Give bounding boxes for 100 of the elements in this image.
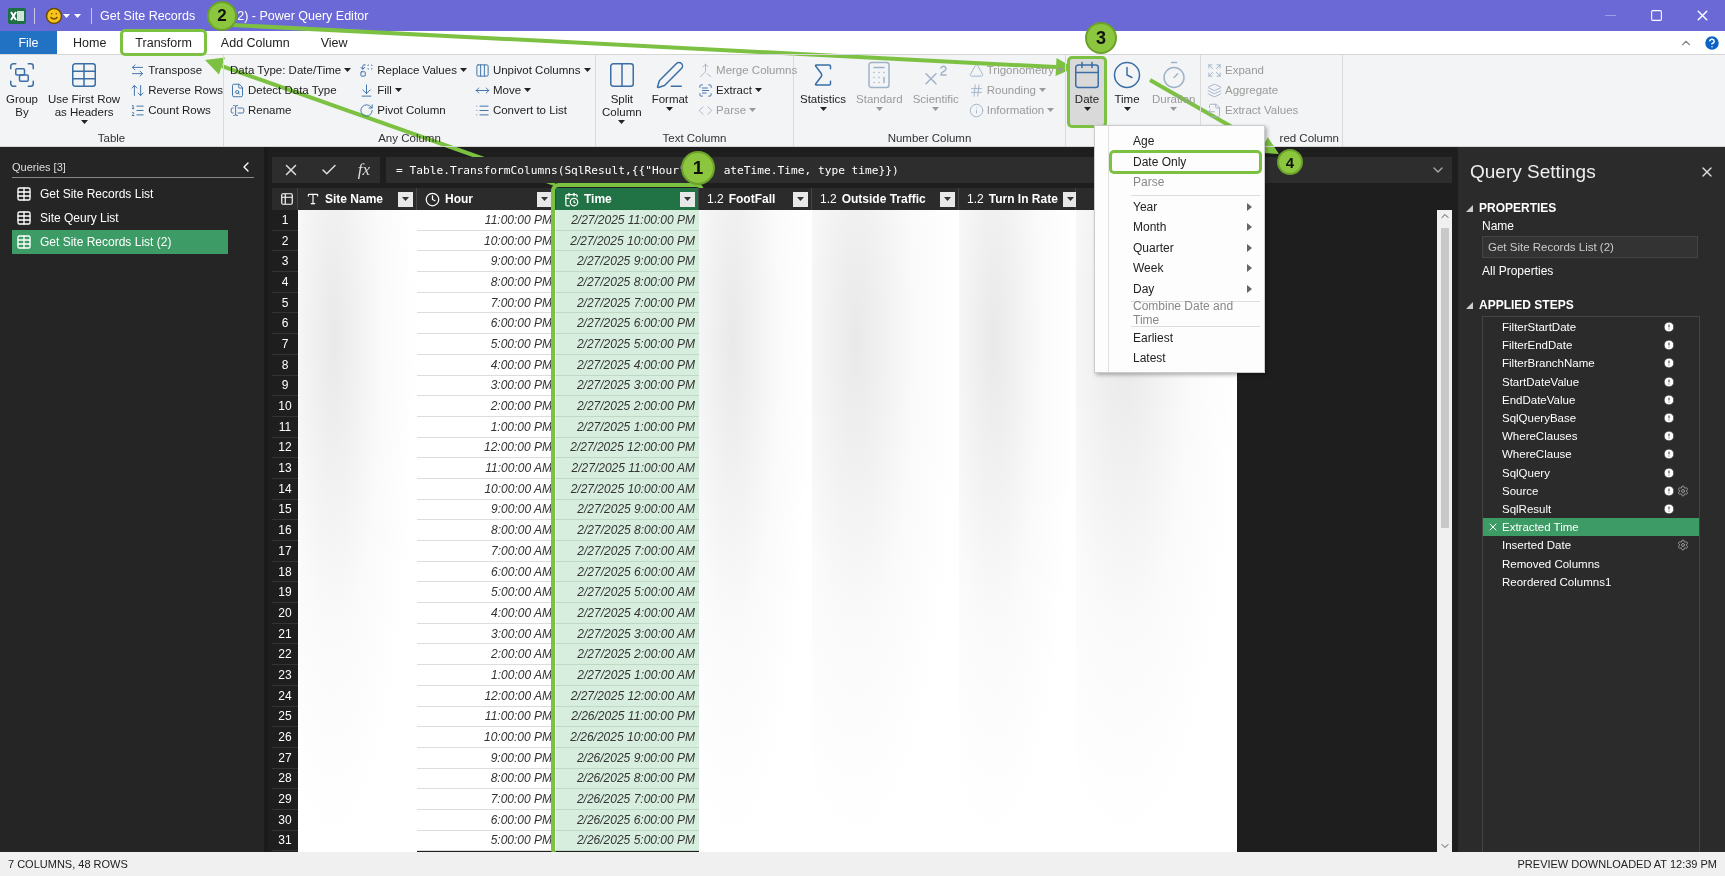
menu-item[interactable]: Earliest: [1111, 327, 1260, 348]
info-icon: [968, 102, 984, 118]
caret-icon: [583, 68, 591, 72]
ribbon-button[interactable]: Fill: [356, 80, 470, 100]
step-badge: 1: [681, 151, 715, 185]
query-item[interactable]: Site Qeury List: [12, 206, 228, 230]
info-icon[interactable]: [1663, 339, 1675, 352]
applied-step[interactable]: SqlResult: [1483, 499, 1699, 519]
applied-step[interactable]: Reordered Columns1: [1483, 572, 1699, 591]
menu-item[interactable]: Age: [1111, 131, 1260, 152]
ribbon-button[interactable]: Group By: [3, 58, 41, 126]
help-icon[interactable]: [1703, 33, 1721, 52]
info-icon[interactable]: [1663, 484, 1675, 497]
queries-heading: Queries [3]: [12, 161, 66, 173]
applied-step[interactable]: FilterStartDate: [1483, 318, 1699, 337]
column-header[interactable]: 1.2 FootFall: [699, 188, 812, 210]
caret-icon: [618, 120, 626, 124]
filter-button[interactable]: [680, 191, 695, 207]
excel-icon[interactable]: [8, 6, 26, 25]
ribbon-button[interactable]: Time: [1109, 58, 1145, 126]
menu-item[interactable]: Week: [1111, 258, 1260, 279]
ribbon-button[interactable]: Rename: [227, 100, 355, 120]
gear-icon[interactable]: [1677, 539, 1689, 552]
ribbon-button[interactable]: Count Rows: [127, 100, 226, 120]
table-icon: [16, 234, 32, 250]
name-field[interactable]: Get Site Records List (2): [1482, 236, 1698, 258]
menu-item[interactable]: Latest: [1111, 348, 1260, 369]
caret-icon: [1066, 197, 1074, 201]
file-tab[interactable]: File: [0, 31, 57, 54]
applied-step[interactable]: Removed Columns: [1483, 554, 1699, 573]
column-header[interactable]: 1.2 Turn In Rate: [959, 188, 1076, 210]
table-icon: [280, 192, 294, 206]
info-icon[interactable]: [1663, 412, 1675, 425]
info-icon[interactable]: [1663, 430, 1675, 443]
function-button[interactable]: fx: [357, 160, 371, 180]
submenu-arrow-icon: [1247, 243, 1252, 252]
column-header[interactable]: Site Name: [298, 188, 417, 210]
info-icon[interactable]: [1663, 502, 1675, 515]
info-icon[interactable]: [1663, 321, 1675, 334]
applied-step[interactable]: WhereClause: [1483, 445, 1699, 464]
customize-toolbar-button[interactable]: [72, 13, 83, 18]
clock-icon: [425, 191, 440, 207]
applied-step[interactable]: Inserted Date: [1483, 536, 1699, 555]
ribbon-button[interactable]: Use First Row as Headers: [44, 58, 124, 126]
applied-step[interactable]: WhereClauses: [1483, 427, 1699, 446]
table-cell: 2/27/2025 2:00:00 AM: [556, 644, 699, 666]
query-item[interactable]: Get Site Records List: [12, 182, 228, 206]
column-header[interactable]: 1.2 Outside Traffic: [812, 188, 959, 210]
applied-step[interactable]: Source: [1483, 481, 1699, 500]
applied-step[interactable]: FilterBranchName: [1483, 354, 1699, 373]
ribbon-button[interactable]: Move: [471, 80, 594, 100]
ribbon-button[interactable]: Transpose: [127, 60, 226, 80]
table-cell: 2/26/2025 10:00:00 PM: [556, 727, 699, 748]
menu-item[interactable]: Month: [1111, 217, 1260, 238]
table-cell: 2/27/2025 1:00:00 PM: [556, 416, 699, 438]
applied-step[interactable]: SqlQuery: [1483, 463, 1699, 482]
ribbon-tab[interactable]: Home: [61, 31, 119, 54]
group-label: red Column: [1279, 132, 1339, 144]
info-icon[interactable]: [1663, 375, 1675, 388]
info-icon[interactable]: [1663, 448, 1675, 461]
collapse-triangle-icon[interactable]: [1466, 301, 1473, 309]
emoji-button[interactable]: [43, 6, 72, 25]
applied-step[interactable]: StartDateValue: [1483, 372, 1699, 391]
info-icon[interactable]: [1663, 357, 1675, 370]
table-menu-button[interactable]: [272, 188, 298, 210]
menu-item[interactable]: Quarter: [1111, 237, 1260, 258]
filter-button[interactable]: [793, 191, 808, 207]
ribbon-tab[interactable]: View: [305, 31, 363, 54]
filter-button[interactable]: [940, 191, 955, 207]
gear-icon[interactable]: [1677, 484, 1689, 497]
column-header[interactable]: Time: [556, 188, 699, 210]
table-icon: [16, 186, 32, 202]
ribbon-button[interactable]: Date: [1069, 58, 1105, 126]
ribbon-tab[interactable]: Add Column: [208, 31, 302, 54]
submenu-arrow-icon: [1247, 264, 1252, 273]
ribbon-tab[interactable]: Transform: [122, 31, 205, 54]
caret-icon: [402, 197, 409, 201]
caret-icon: [344, 68, 352, 72]
ribbon-button[interactable]: Reverse Rows: [127, 80, 226, 100]
ribbon-button[interactable]: Split Column: [599, 58, 645, 126]
ribbon-button[interactable]: Unpivot Columns: [471, 60, 594, 80]
table-cell: 2/27/2025 8:00:00 PM: [556, 272, 699, 293]
menu-item[interactable]: Day: [1111, 278, 1260, 299]
section-heading: APPLIED STEPS: [1479, 298, 1574, 312]
table-cell: 2/27/2025 2:00:00 PM: [556, 396, 699, 417]
applied-step[interactable]: EndDateValue: [1483, 390, 1699, 409]
applied-step[interactable]: FilterEndDate: [1483, 336, 1699, 355]
info-icon[interactable]: [1663, 466, 1675, 479]
applied-step[interactable]: SqlQueryBase: [1483, 408, 1699, 428]
ribbon-button[interactable]: Format: [648, 58, 692, 126]
all-properties-link[interactable]: All Properties: [1482, 264, 1554, 278]
type-label: 1.2: [967, 192, 984, 206]
filter-button[interactable]: [398, 191, 413, 207]
ribbon-button[interactable]: Replace Values: [356, 60, 470, 80]
ribbon-button[interactable]: Convert to List: [471, 100, 594, 120]
menu-item[interactable]: Year: [1111, 196, 1260, 217]
column-header[interactable]: Hour: [417, 188, 556, 210]
collapse-triangle-icon[interactable]: [1466, 204, 1473, 212]
ribbon-button[interactable]: Pivot Column: [356, 100, 470, 120]
info-icon[interactable]: [1663, 393, 1675, 406]
